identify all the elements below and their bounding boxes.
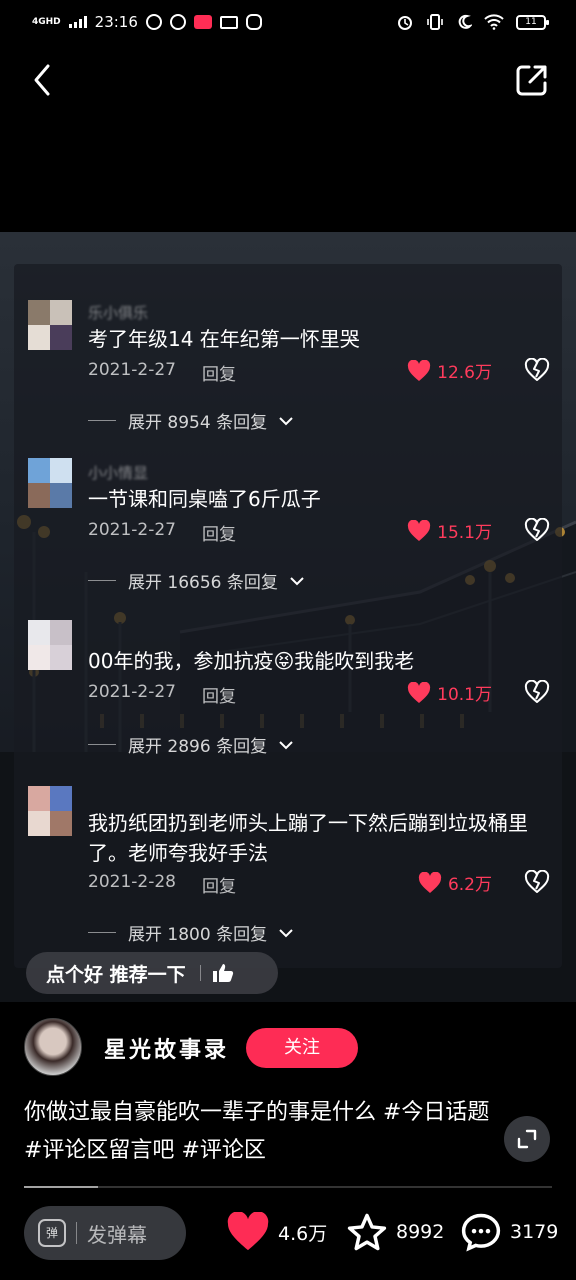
battery-icon: 11 (516, 14, 549, 30)
video-description: 你做过最自豪能吹一辈子的事是什么 #今日话题 #评论区留言吧 #评论区 (24, 1094, 494, 1170)
follow-button[interactable]: 关注 (246, 1028, 358, 1068)
recommend-button[interactable]: 点个好 推荐一下 (26, 952, 278, 994)
vibrate-icon (427, 14, 443, 30)
favorite-count: 8992 (396, 1221, 445, 1243)
comment-like-button[interactable]: 12.6万 (407, 358, 492, 383)
comment-like-count: 12.6万 (437, 363, 492, 383)
description-text: 你做过最自豪能吹一辈子的事是什么 (24, 1100, 383, 1125)
video-progress-bar[interactable] (24, 1186, 552, 1188)
heart-icon (418, 871, 442, 893)
share-button[interactable] (514, 62, 550, 98)
chevron-down-icon (279, 928, 293, 937)
favorite-button[interactable]: 8992 (346, 1212, 444, 1252)
chevron-left-icon (34, 64, 50, 96)
heart-icon (408, 519, 431, 541)
status-bar: 4GHD 23:16 11 (0, 0, 576, 44)
dislike-broken-heart-icon[interactable] (524, 680, 550, 704)
thumbs-up-icon (212, 964, 233, 982)
star-icon (347, 1213, 387, 1251)
comment-like-count: 15.1万 (437, 523, 492, 543)
comment-bubble-icon (461, 1213, 501, 1252)
hashtag[interactable]: #今日话题 (383, 1100, 489, 1125)
chevron-down-icon (279, 740, 293, 749)
like-button[interactable]: 4.6万 (226, 1212, 327, 1252)
comment-date: 2021-2-27 (88, 360, 176, 380)
chevron-down-icon (279, 416, 293, 425)
moon-icon (458, 14, 472, 29)
comment-like-button[interactable]: 15.1万 (407, 518, 492, 543)
app-notification-icon (245, 14, 262, 30)
reply-button[interactable]: 回复 (202, 520, 236, 545)
comment-count: 3179 (510, 1221, 559, 1243)
fullscreen-button[interactable] (504, 1116, 550, 1162)
back-button[interactable] (28, 62, 58, 98)
comment-button[interactable]: 3179 (460, 1212, 558, 1252)
commenter-avatar[interactable] (28, 458, 72, 508)
danmu-toggle-icon[interactable]: 弹 (38, 1219, 66, 1247)
comment-text: 00年的我，参加抗疫😝我能吹到我老 (88, 649, 415, 673)
reply-button[interactable]: 回复 (202, 682, 236, 707)
comment-text: 一节课和同桌嗑了6斤瓜子 (88, 487, 321, 511)
app-notification-icon (145, 14, 162, 30)
recommend-label: 点个好 推荐一下 (46, 963, 186, 986)
heart-icon (408, 359, 431, 381)
share-icon (516, 65, 547, 96)
expand-replies-label: 展开 2896 条回复 (128, 737, 268, 757)
reply-button[interactable]: 回复 (202, 360, 236, 385)
danmu-placeholder: 发弹幕 (87, 1222, 147, 1247)
expand-replies-button[interactable]: 展开 16656 条回复 (88, 568, 304, 593)
wifi-icon (484, 14, 504, 30)
app-notification-icon (169, 14, 186, 30)
author-avatar[interactable] (24, 1018, 82, 1076)
commenter-username[interactable]: 乐小俱乐 (88, 302, 148, 323)
danmu-input[interactable]: 弹 发弹幕 (24, 1206, 186, 1260)
heart-icon (227, 1212, 269, 1251)
signal-icon (68, 16, 87, 28)
comment-like-count: 10.1万 (437, 685, 492, 705)
heart-icon (408, 681, 431, 703)
comment-like-button[interactable]: 6.2万 (418, 870, 492, 895)
comment-text: 考了年级14 在年纪第一怀里哭 (88, 327, 360, 351)
progress-fill (24, 1186, 98, 1188)
commenter-avatar[interactable] (28, 620, 72, 670)
hashtag[interactable]: #评论区 (181, 1138, 265, 1163)
alarm-icon (398, 16, 412, 30)
author-name[interactable]: 星光故事录 (104, 1032, 229, 1064)
divider (199, 965, 201, 981)
comment-date: 2021-2-27 (88, 682, 176, 702)
expand-replies-label: 展开 16656 条回复 (128, 573, 278, 593)
app-notification-icon (193, 15, 212, 29)
divider (76, 1222, 77, 1244)
comment-date: 2021-2-28 (88, 872, 176, 892)
expand-replies-label: 展开 8954 条回复 (128, 413, 268, 433)
expand-replies-label: 展开 1800 条回复 (128, 925, 268, 945)
commenter-username[interactable]: 小小情显 (88, 462, 148, 483)
reply-button[interactable]: 回复 (202, 872, 236, 897)
comment-like-button[interactable]: 10.1万 (407, 680, 492, 705)
comment-date: 2021-2-27 (88, 520, 176, 540)
commenter-avatar[interactable] (28, 786, 72, 836)
expand-icon (517, 1129, 537, 1149)
dislike-broken-heart-icon[interactable] (524, 358, 550, 382)
network-type: 4GHD (32, 16, 61, 27)
expand-replies-button[interactable]: 展开 1800 条回复 (88, 920, 293, 945)
dislike-broken-heart-icon[interactable] (524, 870, 550, 894)
like-count: 4.6万 (278, 1222, 328, 1245)
expand-replies-button[interactable]: 展开 2896 条回复 (88, 732, 293, 757)
dislike-broken-heart-icon[interactable] (524, 518, 550, 542)
commenter-avatar[interactable] (28, 300, 72, 350)
chevron-down-icon (290, 576, 304, 585)
comment-like-count: 6.2万 (447, 875, 492, 895)
comment-text: 我扔纸团扔到老师头上蹦了一下然后蹦到垃圾桶里了。老师夸我好手法 (88, 811, 528, 865)
clock: 23:16 (94, 13, 138, 31)
hashtag[interactable]: #评论区留言吧 (24, 1138, 174, 1163)
book-icon (219, 15, 238, 29)
expand-replies-button[interactable]: 展开 8954 条回复 (88, 408, 293, 433)
